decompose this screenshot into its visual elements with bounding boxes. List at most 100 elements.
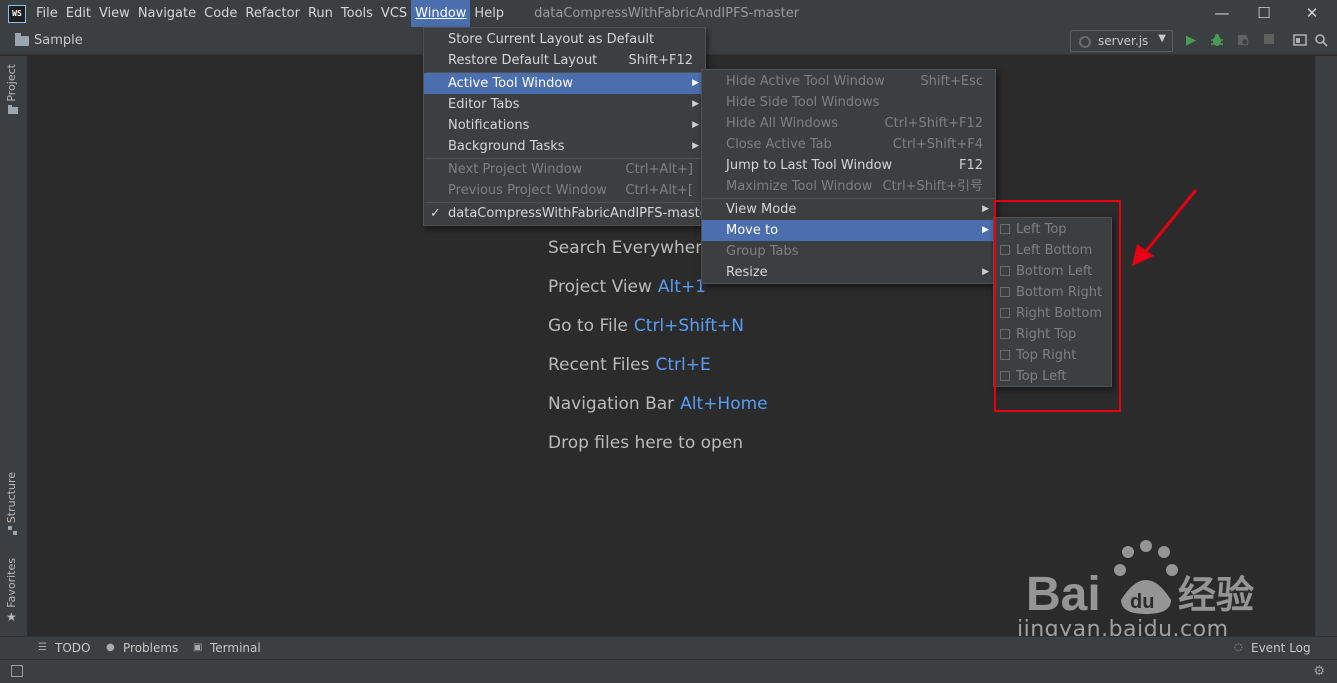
- menu-item-label: Background Tasks: [448, 139, 565, 154]
- submenu-arrow-icon: ▶: [692, 99, 699, 109]
- run-icon[interactable]: ▶: [1183, 33, 1199, 49]
- menu-item-maximize-tool-window[interactable]: Maximize Tool Window Ctrl+Shift+引号: [702, 176, 995, 197]
- menu-code[interactable]: Code: [200, 0, 241, 27]
- close-button[interactable]: ✕: [1289, 0, 1335, 27]
- menu-item-restore-layout[interactable]: Restore Default Layout Shift+F12: [424, 50, 705, 71]
- menu-item-label: Maximize Tool Window: [726, 179, 873, 194]
- menu-item-label: Active Tool Window: [448, 76, 573, 91]
- menu-item-jump-to-last-tool-window[interactable]: Jump to Last Tool Window F12: [702, 155, 995, 176]
- hint-text: Search Everywhere: [548, 238, 713, 258]
- hint-recent-files: Recent Files Ctrl+E: [548, 355, 711, 375]
- project-tab-label: Project: [5, 64, 18, 102]
- menu-item-label: Close Active Tab: [726, 137, 832, 152]
- svg-text:Bai: Bai: [1026, 568, 1101, 620]
- menu-item-shortcut: F12: [958, 158, 983, 173]
- menu-item-label: Hide Side Tool Windows: [726, 95, 880, 110]
- menu-window[interactable]: Window: [411, 0, 471, 27]
- menu-item-shortcut: Ctrl+Alt+[: [625, 183, 693, 198]
- project-tool-tab[interactable]: Project: [5, 64, 23, 117]
- baidu-watermark-logo: Bai du 经验: [1026, 540, 1254, 620]
- submenu-arrow-icon: ▶: [692, 120, 699, 130]
- menu-item-group-tabs[interactable]: Group Tabs: [702, 241, 995, 262]
- menu-help[interactable]: Help: [470, 0, 508, 27]
- webstorm-logo: WS: [8, 4, 26, 23]
- bottom-tool-bar: ☰ TODO ● Problems ▣ Terminal ◌ Event Log: [0, 636, 1337, 659]
- menu-item-label: View Mode: [726, 202, 797, 217]
- active-tool-window-menu: Hide Active Tool Window Shift+Esc Hide S…: [701, 69, 996, 284]
- terminal-tab[interactable]: ▣ Terminal: [193, 641, 261, 655]
- hint-project-view: Project View Alt+1: [548, 277, 706, 297]
- menu-item-store-layout[interactable]: Store Current Layout as Default: [424, 29, 705, 50]
- structure-tool-tab[interactable]: Structure: [5, 472, 23, 539]
- menu-item-view-mode[interactable]: View Mode ▶: [702, 199, 995, 220]
- menu-item-hide-side-tool-windows[interactable]: Hide Side Tool Windows: [702, 92, 995, 113]
- menu-navigate[interactable]: Navigate: [134, 0, 200, 27]
- breadcrumb-project[interactable]: Sample: [34, 33, 83, 48]
- run-configuration-select[interactable]: server.js ▼: [1070, 30, 1173, 52]
- menu-item-next-project-window[interactable]: Next Project Window Ctrl+Alt+]: [424, 159, 705, 180]
- hint-text: Project View: [548, 277, 652, 297]
- menu-item-label: Hide All Windows: [726, 116, 839, 131]
- stop-icon[interactable]: [1261, 33, 1277, 49]
- menu-item-label: Notifications: [448, 118, 530, 133]
- menu-item-notifications[interactable]: Notifications ▶: [424, 115, 705, 136]
- menu-item-label: Next Project Window: [448, 162, 583, 177]
- minimize-button[interactable]: —: [1199, 0, 1245, 27]
- structure-tab-label: Structure: [5, 472, 18, 524]
- hint-shortcut: Alt+1: [657, 277, 706, 297]
- menu-item-previous-project-window[interactable]: Previous Project Window Ctrl+Alt+[: [424, 180, 705, 201]
- project-structure-icon[interactable]: [1292, 33, 1308, 49]
- todo-tab[interactable]: ☰ TODO: [38, 641, 90, 655]
- window-menu: Store Current Layout as Default Restore …: [423, 27, 713, 226]
- menu-item-resize[interactable]: Resize ▶: [702, 262, 995, 283]
- search-everywhere-icon[interactable]: [1313, 33, 1329, 49]
- menu-run[interactable]: Run: [304, 0, 337, 27]
- menu-item-current-project[interactable]: ✓ dataCompressWithFabricAndIPFS-master: [424, 203, 713, 224]
- favorites-tab-label: Favorites: [5, 558, 18, 608]
- menu-item-label: Jump to Last Tool Window: [726, 158, 893, 173]
- todo-icon: ☰: [38, 642, 47, 653]
- left-tool-stripe: Project Structure Favorites ★: [0, 56, 27, 636]
- menu-file[interactable]: File: [32, 0, 62, 27]
- favorites-tool-tab[interactable]: Favorites ★: [5, 558, 23, 624]
- menu-refactor[interactable]: Refactor: [241, 0, 304, 27]
- menu-item-background-tasks[interactable]: Background Tasks ▶: [424, 136, 705, 157]
- folder-icon: [8, 104, 18, 114]
- hint-drop-files: Drop files here to open: [548, 433, 749, 453]
- menu-vcs[interactable]: VCS: [377, 0, 411, 27]
- folder-icon: [15, 33, 29, 46]
- event-log-tab[interactable]: ◌ Event Log: [1234, 641, 1311, 655]
- debug-icon[interactable]: [1209, 33, 1225, 49]
- menu-item-label: dataCompressWithFabricAndIPFS-master: [448, 206, 714, 221]
- tab-label: Terminal: [210, 641, 261, 655]
- menu-tools[interactable]: Tools: [337, 0, 377, 27]
- menu-item-hide-all-windows[interactable]: Hide All Windows Ctrl+Shift+F12: [702, 113, 995, 134]
- menu-item-move-to[interactable]: Move to ▶: [702, 220, 995, 241]
- menu-item-label: Editor Tabs: [448, 97, 520, 112]
- hint-navigation-bar: Navigation Bar Alt+Home: [548, 394, 768, 414]
- coverage-icon[interactable]: [1235, 33, 1251, 49]
- problems-icon: ●: [106, 642, 115, 653]
- hint-search-everywhere: Search Everywhere: [548, 238, 718, 258]
- menu-item-close-active-tab[interactable]: Close Active Tab Ctrl+Shift+F4: [702, 134, 995, 155]
- menu-item-active-tool-window[interactable]: Active Tool Window ▶: [424, 73, 705, 94]
- hint-text: Navigation Bar: [548, 394, 675, 414]
- tool-windows-toggle-icon[interactable]: [11, 665, 23, 677]
- problems-tab[interactable]: ● Problems: [106, 641, 178, 655]
- menu-edit[interactable]: Edit: [62, 0, 95, 27]
- right-tool-stripe: [1315, 56, 1337, 636]
- window-title: dataCompressWithFabricAndIPFS-master: [534, 6, 800, 21]
- run-configuration-label: server.js: [1098, 34, 1149, 48]
- status-bar: ⚙: [0, 659, 1337, 683]
- submenu-arrow-icon: ▶: [982, 204, 989, 214]
- menu-item-editor-tabs[interactable]: Editor Tabs ▶: [424, 94, 705, 115]
- maximize-button[interactable]: ☐: [1241, 0, 1287, 27]
- inspection-profile-icon[interactable]: ⚙: [1313, 664, 1325, 679]
- event-log-icon: ◌: [1234, 642, 1243, 653]
- menu-view[interactable]: View: [95, 0, 134, 27]
- svg-text:经验: 经验: [1178, 573, 1254, 617]
- menu-item-hide-active-tool-window[interactable]: Hide Active Tool Window Shift+Esc: [702, 71, 995, 92]
- menu-item-shortcut: Shift+F12: [628, 53, 693, 68]
- hint-text: Go to File: [548, 316, 628, 336]
- structure-icon: [8, 526, 17, 536]
